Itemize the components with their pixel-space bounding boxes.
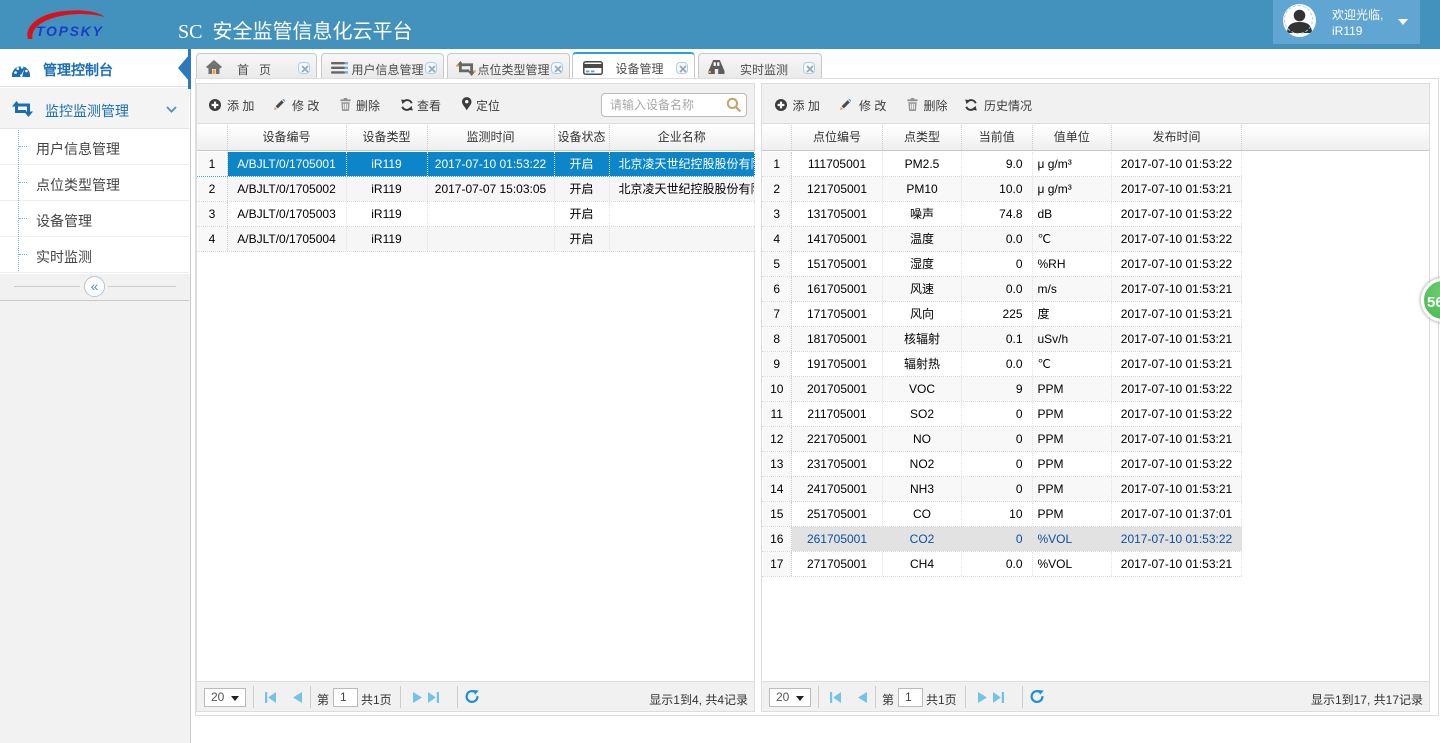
- svg-text:TOPSKY: TOPSKY: [36, 23, 104, 39]
